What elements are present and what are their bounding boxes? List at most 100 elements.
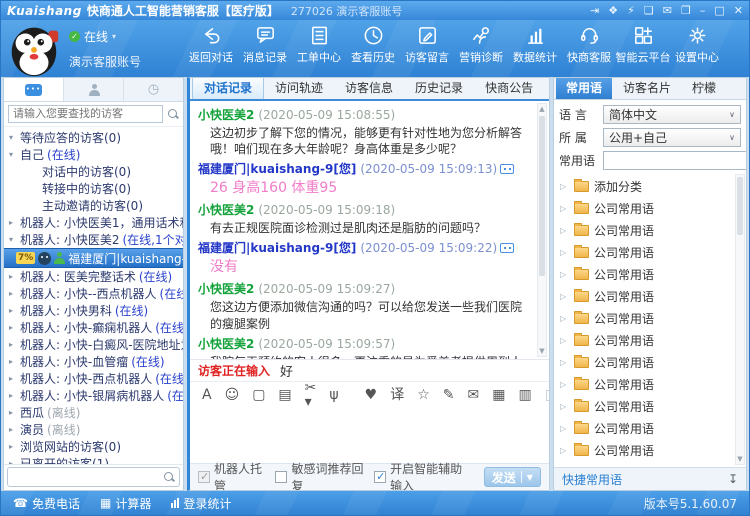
favorite-icon[interactable]: ♥ [365,388,378,402]
phrase-folder-item[interactable]: ▷ 公司常用语 [560,395,732,417]
tree-item[interactable]: ▸ 机器人: 医美完整话术 (在线) [4,268,183,285]
toolbar-message-history[interactable]: 消息记录 [240,24,290,65]
table-icon[interactable]: ▦ [492,388,505,402]
expand-arrow-icon[interactable]: ▷ [560,248,569,257]
expand-arrow-icon[interactable]: ▷ [560,226,569,235]
expand-arrow-icon[interactable]: ▸ [9,425,20,434]
search-icon[interactable] [167,108,179,120]
tree-item[interactable]: ▸ 机器人: 小快-癫痫机器人 (在线) [4,319,183,336]
expand-arrow-icon[interactable]: ▾ [9,235,20,244]
tree-item[interactable]: ▸ 已离开的访客(1) [4,455,183,464]
tree-item[interactable]: ▸ 机器人: 小快-血管瘤 (在线) [4,353,183,370]
sidebar-quick-search[interactable] [7,467,180,487]
expand-arrow-icon[interactable]: ▸ [9,357,20,366]
toolbar-work-order[interactable]: 工单中心 [294,24,344,65]
network-icon[interactable]: ⚡ [627,5,635,16]
expand-arrow-icon[interactable]: ▷ [560,270,569,279]
expand-arrow-icon[interactable]: ▷ [560,402,569,411]
send-options-caret-icon[interactable]: ▼ [527,473,533,482]
status-caret-icon[interactable]: ▾ [112,32,116,41]
cut-icon[interactable]: ✂▾ [305,381,317,409]
emoji-icon[interactable]: ☺ [225,388,240,402]
phrase-folder-item[interactable]: ▷ 公司常用语 [560,373,732,395]
quick-phrases-link[interactable]: 快捷常用语 [562,471,622,488]
tree-item[interactable]: ▾ 机器人: 小快医美2 (在线,1个对话中) [4,231,183,248]
expand-arrow-icon[interactable]: ▷ [560,424,569,433]
tree-item[interactable]: ▸ 西瓜 (离线) [4,404,183,421]
pen-icon[interactable]: ✎ [443,388,455,402]
right-panel-tab[interactable]: 访客名片 [613,77,681,99]
toolbar-view-history[interactable]: 查看历史 [348,24,398,65]
chat-scrollbar[interactable]: ▲ ▼ [537,103,547,357]
tree-item[interactable]: ▸ 机器人: 小快-白癜风-医院地址为空 (在线) [4,336,183,353]
tree-item[interactable]: 转接中的访客(0) [4,180,183,197]
expand-arrow-icon[interactable]: ▸ [9,323,20,332]
tree-item[interactable]: ▸ 机器人: 小快男科 (在线) [4,302,183,319]
option-checkbox-item[interactable]: 敏感词推荐回复 [275,460,364,491]
expand-arrow-icon[interactable]: ▷ [560,358,569,367]
minimize-icon[interactable]: – [700,5,706,16]
phrase-folder-item[interactable]: ▷ 公司常用语 [560,439,732,461]
trash-icon[interactable]: ▯ [545,388,550,402]
toolbar-kuaishang-service[interactable]: 快商客服 [564,24,614,65]
chat-tab[interactable]: 历史记录 [404,77,474,99]
expand-arrow-icon[interactable]: ▸ [9,340,20,349]
expand-arrow-icon[interactable]: ▷ [560,292,569,301]
expand-arrow-icon[interactable]: ▸ [9,408,20,417]
right-panel-tab[interactable]: 常用语 [556,77,612,99]
toolbar-cloud-platform[interactable]: 智能云平台 [618,24,668,65]
expand-arrow-icon[interactable]: ▷ [560,446,569,455]
scroll-down-icon[interactable]: ▼ [538,346,546,356]
tree-item[interactable]: 对话中的访客(0) [4,163,183,180]
expand-arrow-icon[interactable]: ▷ [560,380,569,389]
sidebar-tab-history[interactable]: ◷ [124,78,183,101]
copy-icon[interactable]: ❏ [644,5,654,16]
login-stats-item[interactable]: 登录统计 [171,495,231,512]
phrase-search-input[interactable] [603,151,747,170]
phrase-folder-item[interactable]: ▷ 添加分类 [560,175,732,197]
toolbar-settings[interactable]: 设置中心 [672,24,722,65]
send-button[interactable]: 发送 ▼ [484,467,541,487]
scroll-down-icon[interactable]: ▼ [736,454,744,464]
option-checkbox-item[interactable]: 开启智能辅助输入 [374,460,473,491]
mail-icon[interactable]: ✉ [468,388,480,402]
tree-item[interactable]: 主动邀请的访客(0) [4,197,183,214]
tree-item[interactable]: ▾ 等待应答的访客(0) [4,129,183,146]
online-status-label[interactable]: 在线 [84,28,108,45]
image-icon[interactable]: ▤ [278,388,291,402]
expand-arrow-icon[interactable]: ▷ [560,314,569,323]
expand-arrow-icon[interactable]: ▸ [9,306,20,315]
phrase-folder-item[interactable]: ▷ 公司常用语 [560,241,732,263]
language-select[interactable]: 简体中文 ∨ [603,105,741,124]
tree-item[interactable]: ▸ 浏览网站的访客(0) [4,438,183,455]
chat-tab[interactable]: 访客信息 [334,77,404,99]
belong-select[interactable]: 公用+自己 ∨ [603,128,741,147]
chat-tab[interactable]: 对话记录 [192,77,264,99]
right-panel-tab[interactable]: 柠檬 [682,77,726,99]
screenshot-icon[interactable]: ▢ [252,388,265,402]
expand-arrow-icon[interactable]: ▸ [9,272,20,281]
visitor-search-input[interactable] [8,105,163,123]
chat-tab[interactable]: 快商公告 [474,77,544,99]
list-icon[interactable]: ▥ [518,388,531,402]
skin-icon[interactable]: ❖ [608,5,618,16]
star-icon[interactable]: ☆ [417,388,430,402]
option-checkbox-item[interactable]: 机器人托管 [198,460,265,491]
checkbox[interactable] [275,471,287,483]
expand-arrow-icon[interactable]: ▷ [560,336,569,345]
expand-arrow-icon[interactable]: ▷ [560,182,569,191]
toolbar-data-statistics[interactable]: 数据统计 [510,24,560,65]
expand-arrow-icon[interactable]: ▸ [9,442,20,451]
phrase-folder-item[interactable]: ▷ 公司常用语 [560,285,732,307]
phrase-folder-item[interactable]: ▷ 公司常用语 [560,351,732,373]
checkbox[interactable] [374,471,386,483]
tree-item[interactable]: ▾ 自己 (在线) [4,146,183,163]
topmost-icon[interactable]: ❐ [681,5,691,16]
translate-icon[interactable]: 译 [390,388,404,402]
toolbar-return-chat[interactable]: 返回对话 [186,24,236,65]
phrase-folder-item[interactable]: ▷ 公司常用语 [560,417,732,439]
phrase-folder-item[interactable]: ▷ 公司常用语 [560,307,732,329]
expand-arrow-icon[interactable]: ▸ [9,391,20,400]
toolbar-visitor-message[interactable]: 访客留言 [402,24,452,65]
scroll-thumb[interactable] [737,177,743,235]
